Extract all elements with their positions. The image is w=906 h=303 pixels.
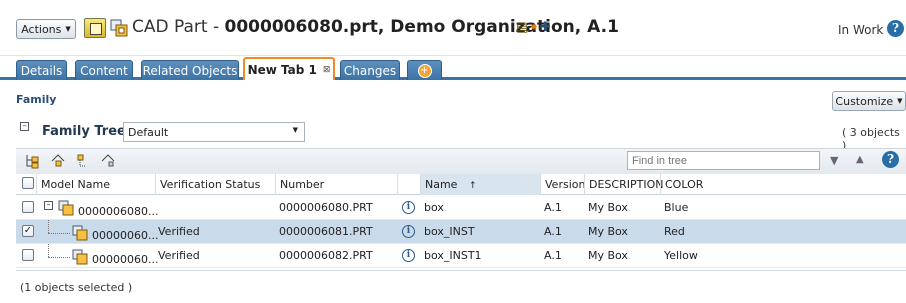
tab-content[interactable]: Content [75,60,133,80]
cell-name: box_INST1 [424,249,482,262]
cell-description: My Box [588,249,628,262]
column-header-info[interactable] [397,174,421,195]
tab-changes[interactable]: Changes [340,60,400,80]
column-header-verification-status[interactable]: Verification Status [155,174,277,195]
cell-color: Blue [664,201,689,214]
title-main: 0000006080.prt, Demo Organization, A.1 [224,17,619,37]
info-icon[interactable]: i [402,225,415,238]
actions-menu-button[interactable]: Actions ▼ [16,19,76,39]
cell-version: A.1 [544,225,562,238]
table-header: Model Name Verification Status Number Na… [16,174,906,195]
tree-line [48,233,70,234]
section-title: Family [16,93,57,106]
cad-part-icon [72,249,88,265]
tab-label: Details [20,63,63,78]
cad-part-icon [58,200,74,216]
row-checkbox[interactable] [22,249,34,261]
cell-version: A.1 [544,249,562,262]
add-icon[interactable]: ✚ [540,20,551,35]
new-icon: ✸ [530,22,538,33]
collapse-icon[interactable]: – [20,122,29,131]
cell-verification: Verified [158,249,200,262]
cell-name: box [424,201,444,214]
chevron-down-icon: ▼ [292,126,298,134]
info-icon[interactable]: i [402,201,415,214]
table-row[interactable]: – 0000006080.... 0000006080.PRT i box A.… [16,196,906,220]
info-icon[interactable]: i [402,249,415,262]
cell-version: A.1 [544,201,562,214]
cell-number[interactable]: 0000006080.PRT [279,196,397,220]
table-row[interactable]: 00000060... Verified 0000006082.PRT i bo… [16,244,906,268]
lifecycle-state: In Work [838,23,884,37]
tab-label: Related Objects [142,63,238,78]
checkout-icon[interactable]: ▤ [516,20,528,35]
column-header-name[interactable]: Name ↑ [420,174,540,195]
status-bar [16,270,906,303]
view-select[interactable]: Default ▼ [123,122,305,142]
cell-description: My Box [588,225,628,238]
select-all-checkbox[interactable] [22,177,34,189]
cell-number[interactable]: 0000006082.PRT [279,244,397,268]
column-header-color[interactable]: COLOR [660,174,760,195]
column-header-model-name[interactable]: Model Name [36,174,158,195]
tab-new-tab-1[interactable]: New Tab 1 ⊠ [243,57,335,80]
sort-icon[interactable]: ▲ [856,154,864,165]
actions-label: Actions [21,22,62,36]
cell-color: Red [664,225,685,238]
expand-all-icon[interactable] [50,153,66,169]
cad-part-icon [72,225,88,241]
column-header-version[interactable]: Version [540,174,586,195]
tab-related-objects[interactable]: Related Objects [141,60,239,80]
row-checkbox[interactable] [22,201,34,213]
page-header: Actions ▼ CAD Part - 0000006080.prt, Dem… [0,0,906,56]
filter-icon[interactable]: ▼ [830,154,838,167]
expand-tree-icon[interactable] [24,153,40,169]
collapse-node-icon[interactable]: – [44,201,53,210]
cell-color: Yellow [664,249,698,262]
cell-verification: Verified [158,225,200,238]
select-tree-icon[interactable] [100,153,116,169]
title-icons: ▤ ✸ ✚ [516,20,551,35]
cell-name: box_INST [424,225,475,238]
cell-verification [158,196,276,220]
cad-part-icon [110,19,128,37]
family-tree-collapse[interactable]: – [20,122,29,131]
cell-description: My Box [588,201,628,214]
title-prefix: CAD Part - [132,17,225,37]
family-tree-title: Family Tree [42,124,126,139]
tab-label: Changes [343,63,397,78]
help-icon[interactable]: ? [882,151,899,168]
add-tab-button[interactable]: + [407,60,442,80]
find-in-tree-input[interactable] [627,151,820,170]
tab-bar: Details Content Related Objects New Tab … [0,56,906,80]
chevron-down-icon: ▼ [65,25,71,33]
plus-icon: + [417,63,432,78]
part-info-icon[interactable] [84,18,106,38]
tab-label: Content [80,63,128,78]
cell-number[interactable]: 0000006081.PRT [279,220,397,244]
tree-line [48,244,49,257]
tree-line [48,220,49,233]
tab-label: New Tab 1 [247,62,317,77]
customize-button[interactable]: Customize ▼ [832,91,906,111]
name-header-label: Name [425,178,458,191]
table-row[interactable]: ✓ 00000060... Verified 0000006081.PRT i … [16,220,906,244]
close-tab-icon[interactable]: ⊠ [323,65,331,75]
chevron-down-icon: ▼ [897,97,903,105]
view-select-value: Default [128,126,169,139]
customize-label: Customize [835,94,894,108]
column-header-number[interactable]: Number [275,174,397,195]
sort-ascending-icon: ↑ [468,181,477,191]
row-checkbox[interactable]: ✓ [22,225,34,237]
collapse-tree-icon[interactable] [76,153,92,169]
help-icon[interactable]: ? [887,20,904,37]
cell-model-name[interactable]: 00000060... [92,248,158,272]
tab-details[interactable]: Details [16,60,67,80]
column-header-description[interactable]: DESCRIPTION [584,174,663,195]
tree-line [48,257,70,258]
selection-status: (1 objects selected ) [20,281,133,294]
